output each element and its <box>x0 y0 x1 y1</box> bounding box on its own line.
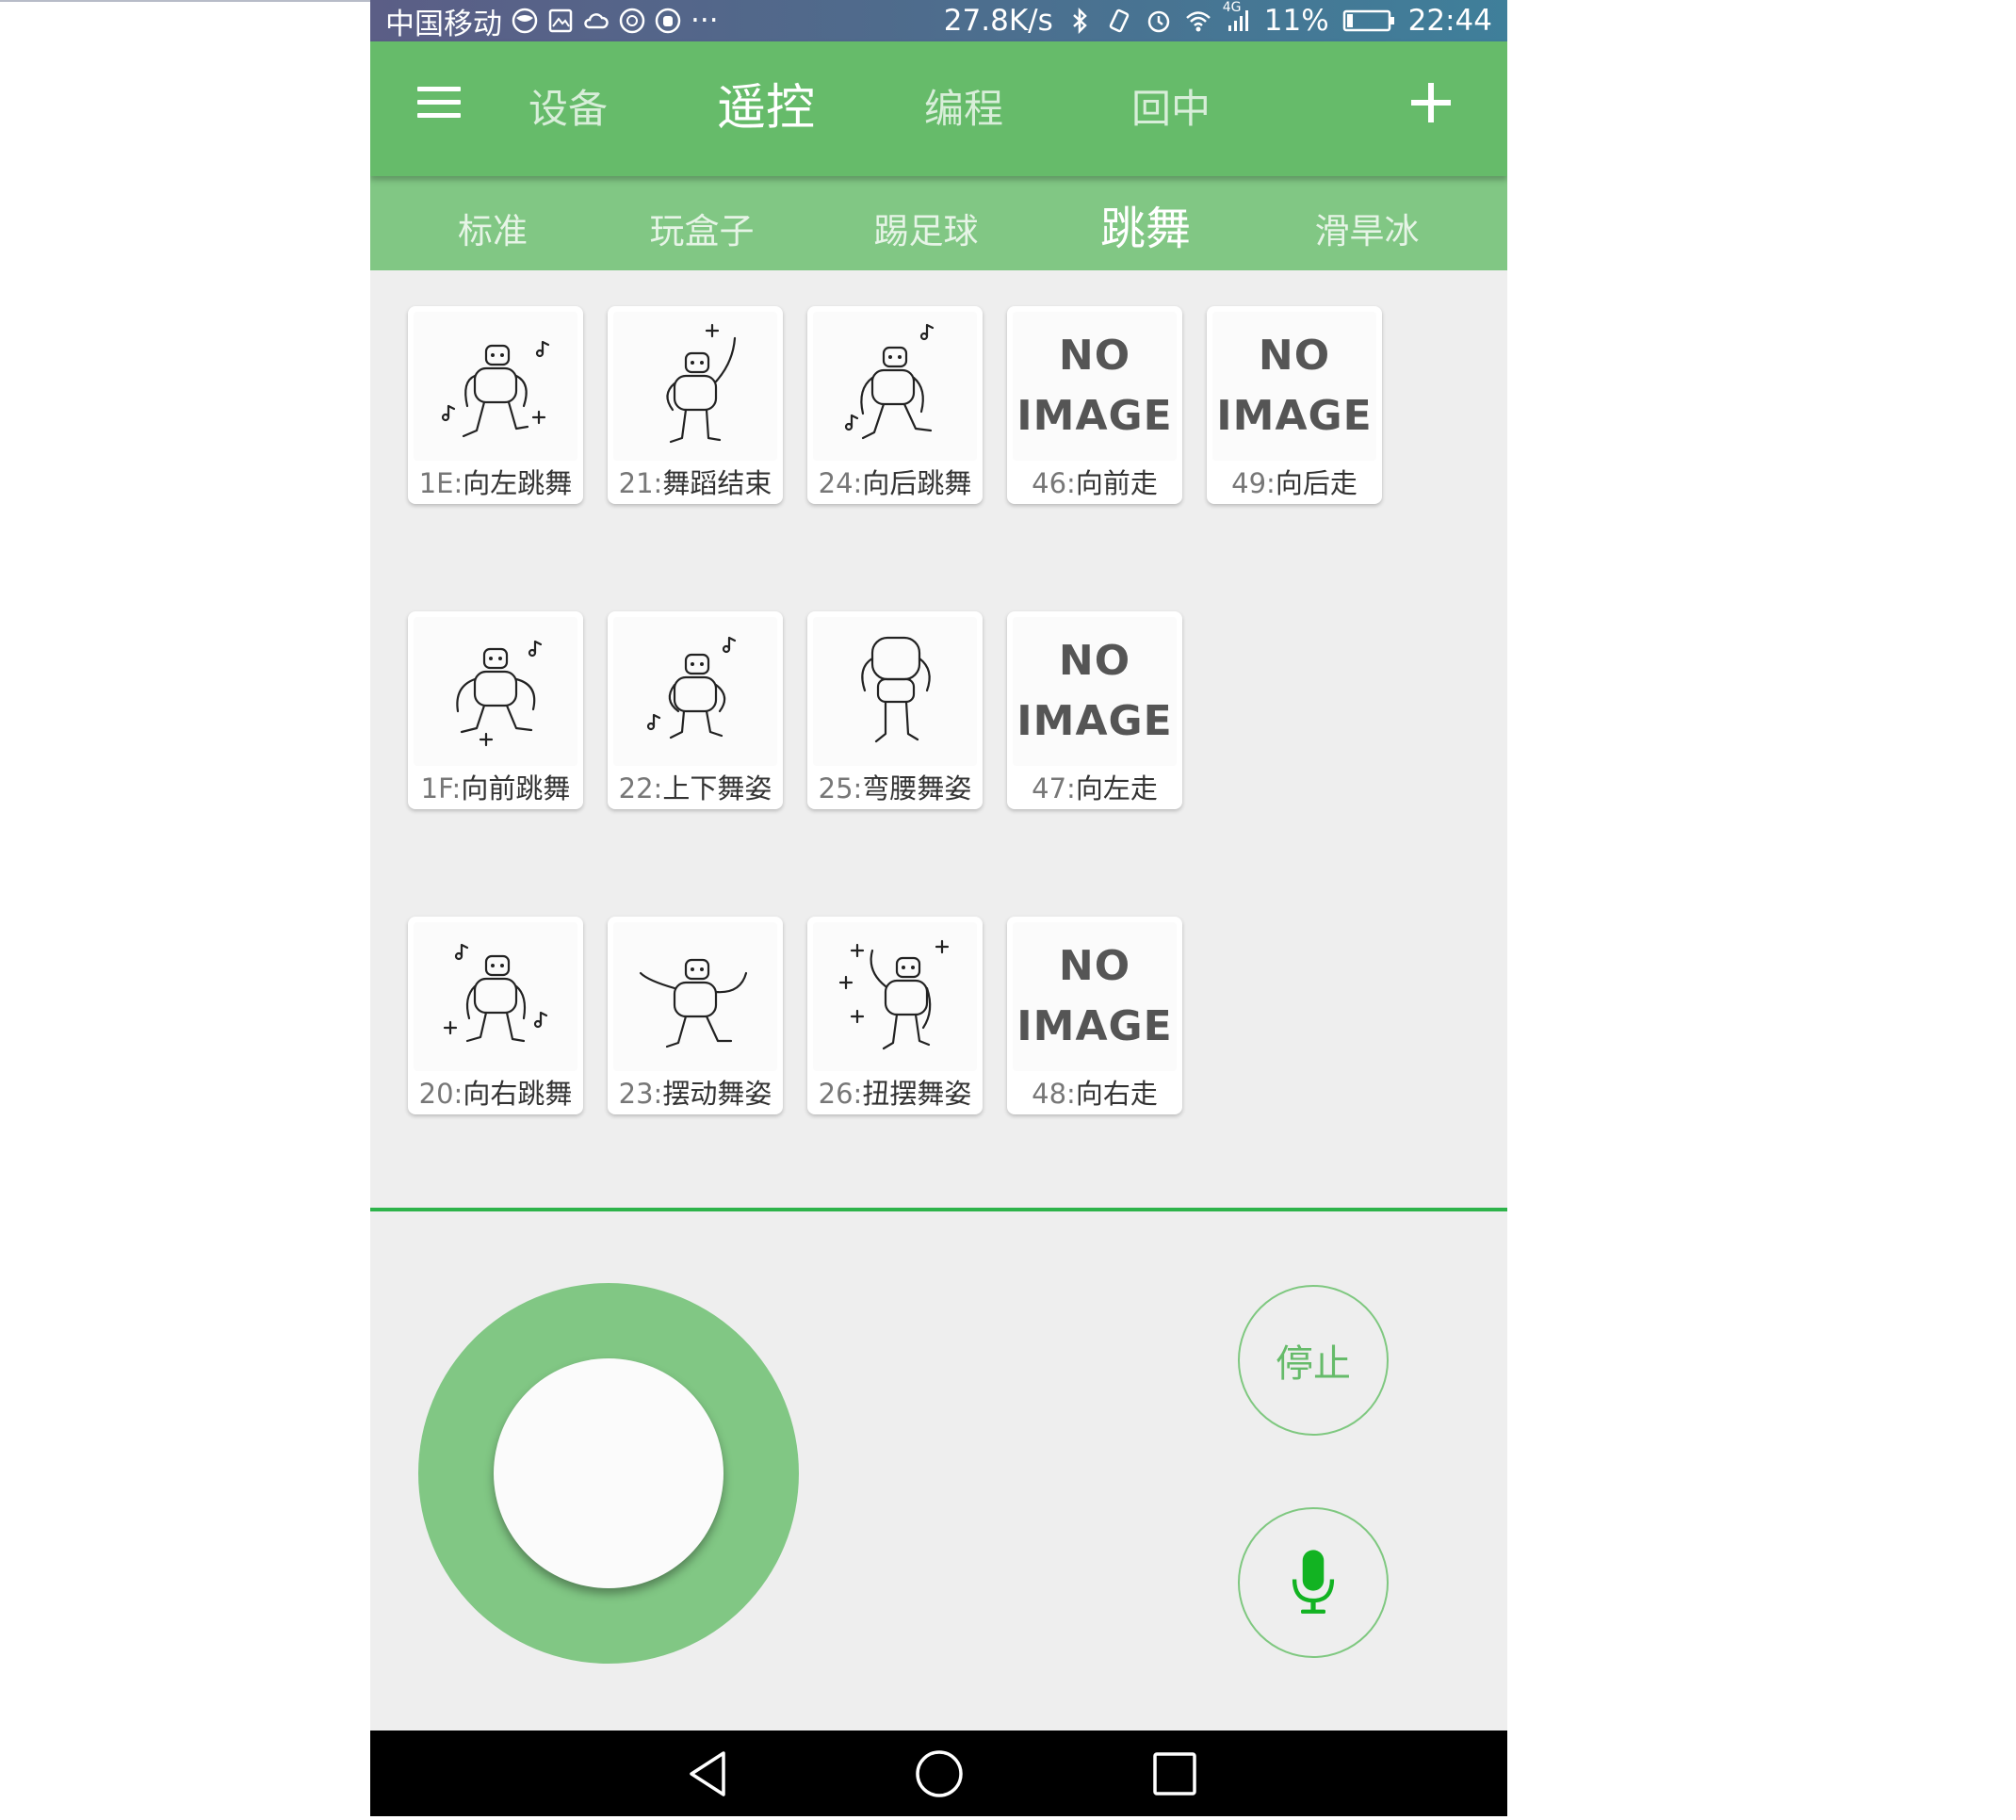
vibrate-icon <box>1106 8 1132 34</box>
stop-button[interactable]: 停止 <box>1238 1285 1389 1436</box>
action-card-48[interactable]: NO IMAGE 48:向右走 <box>1007 917 1182 1114</box>
robot-sketch-icon <box>666 323 737 444</box>
robot-sketch-icon <box>838 939 950 1050</box>
robot-sketch-icon <box>646 636 737 739</box>
robot-sketch-icon <box>844 323 935 440</box>
no-image-placeholder: NO IMAGE <box>1013 922 1177 1071</box>
action-label: 26:扭摆舞姿 <box>818 1078 972 1110</box>
clock: 22:44 <box>1407 4 1492 38</box>
battery-icon <box>1342 8 1395 34</box>
robot-dance-right-image <box>414 922 577 1071</box>
action-card-21[interactable]: 21:舞蹈结束 <box>608 306 783 504</box>
tab-return-center[interactable]: 回中 <box>1086 41 1256 176</box>
subtab-soccer[interactable]: 踢足球 <box>841 176 1011 270</box>
robot-dance-updown-image <box>613 617 777 766</box>
action-card-25[interactable]: 25:弯腰舞姿 <box>807 611 983 809</box>
network-speed: 27.8K/s <box>943 4 1053 38</box>
action-card-23[interactable]: 23:摆动舞姿 <box>608 917 783 1114</box>
action-card-47[interactable]: NO IMAGE 47:向左走 <box>1007 611 1182 809</box>
action-label: 46:向前走 <box>1032 467 1158 499</box>
stop-label: 停止 <box>1276 1342 1351 1386</box>
recent-apps-icon[interactable] <box>1148 1747 1201 1800</box>
carrier-name: 中国移动 <box>385 7 502 41</box>
alarm-icon <box>1146 8 1172 34</box>
menu-icon[interactable] <box>417 87 461 122</box>
back-icon[interactable] <box>682 1747 735 1800</box>
action-card-26[interactable]: 26:扭摆舞姿 <box>807 917 983 1114</box>
joystick-pad[interactable] <box>418 1283 799 1664</box>
gallery-icon <box>547 8 574 34</box>
robot-dance-end-image <box>613 312 777 461</box>
action-card-24[interactable]: 24:向后跳舞 <box>807 306 983 504</box>
status-bar-left: 中国移动 ··· <box>385 0 719 41</box>
subtab-play-box[interactable]: 玩盒子 <box>617 176 787 270</box>
tab-remote-control[interactable]: 遥控 <box>672 41 860 176</box>
tab-programming[interactable]: 编程 <box>879 41 1049 176</box>
microphone-icon <box>1289 1547 1338 1618</box>
add-icon[interactable] <box>1407 79 1455 126</box>
control-divider <box>370 1208 1507 1211</box>
network-badge: 4G <box>1222 0 1242 15</box>
subtab-dance[interactable]: 跳舞 <box>1061 176 1230 270</box>
action-grid: 1E:向左跳舞 21:舞蹈结束 24:向后跳舞 NO IMAGE 46:向前走 N… <box>370 270 1507 1208</box>
action-label: 1F:向前跳舞 <box>420 772 571 804</box>
robot-sketch-icon <box>456 640 543 747</box>
action-label: 23:摆动舞姿 <box>618 1078 772 1110</box>
action-card-1f[interactable]: 1F:向前跳舞 <box>408 611 583 809</box>
robot-dance-left-image <box>414 312 577 461</box>
window-edge-line <box>0 0 370 2</box>
status-bar-right: 27.8K/s 4G 11% 22:44 <box>944 0 1492 41</box>
robot-sketch-icon <box>443 943 548 1043</box>
robot-sketch-icon <box>639 958 748 1048</box>
subtab-roller-skate[interactable]: 滑旱冰 <box>1282 176 1452 270</box>
no-image-placeholder: NO IMAGE <box>1212 312 1376 461</box>
action-label: 20:向右跳舞 <box>418 1078 573 1110</box>
robot-dance-back-image <box>813 312 977 461</box>
action-label: 21:舞蹈结束 <box>618 467 772 499</box>
app-header: 设备 遥控 编程 回中 <box>370 41 1507 176</box>
voice-button[interactable] <box>1238 1507 1389 1658</box>
action-card-20[interactable]: 20:向右跳舞 <box>408 917 583 1114</box>
wifi-icon <box>1185 8 1211 34</box>
hand-app-icon <box>655 8 681 34</box>
robot-sketch-icon <box>861 636 931 743</box>
action-label: 24:向后跳舞 <box>818 467 972 499</box>
action-card-49[interactable]: NO IMAGE 49:向后走 <box>1207 306 1382 504</box>
bluetooth-icon <box>1066 8 1093 34</box>
action-label: 1E:向左跳舞 <box>418 467 573 499</box>
category-tabs: 标准 玩盒子 踢足球 跳舞 滑旱冰 <box>370 176 1507 270</box>
robot-dance-swing-image <box>613 922 777 1071</box>
action-label: 25:弯腰舞姿 <box>818 772 972 804</box>
robot-dance-twist-image <box>813 922 977 1071</box>
robot-sketch-icon <box>441 340 550 438</box>
app-notification-icon <box>619 8 645 34</box>
action-card-46[interactable]: NO IMAGE 46:向前走 <box>1007 306 1182 504</box>
no-image-placeholder: NO IMAGE <box>1013 312 1177 461</box>
phone-screen: 中国移动 ··· 27.8K/s 4G 11% 22:44 设备 遥控 编程 回… <box>370 0 1507 1816</box>
action-card-1e[interactable]: 1E:向左跳舞 <box>408 306 583 504</box>
home-icon[interactable] <box>913 1747 966 1800</box>
cellular-signal-icon: 4G <box>1223 0 1251 34</box>
action-label: 22:上下舞姿 <box>618 772 772 804</box>
battery-percent: 11% <box>1263 4 1329 38</box>
action-label: 47:向左走 <box>1032 772 1158 804</box>
joystick-knob[interactable] <box>494 1358 723 1588</box>
browser-icon <box>512 8 538 34</box>
robot-dance-forward-image <box>414 617 577 766</box>
action-label: 49:向后走 <box>1231 467 1358 499</box>
system-nav-bar <box>370 1731 1507 1816</box>
tab-device[interactable]: 设备 <box>483 41 653 176</box>
more-notifications: ··· <box>691 4 719 38</box>
action-card-22[interactable]: 22:上下舞姿 <box>608 611 783 809</box>
status-bar: 中国移动 ··· 27.8K/s 4G 11% 22:44 <box>370 0 1507 41</box>
no-image-placeholder: NO IMAGE <box>1013 617 1177 766</box>
action-label: 48:向右走 <box>1032 1078 1158 1110</box>
robot-dance-bend-image <box>813 617 977 766</box>
weather-icon <box>583 8 610 34</box>
subtab-standard[interactable]: 标准 <box>408 176 577 270</box>
